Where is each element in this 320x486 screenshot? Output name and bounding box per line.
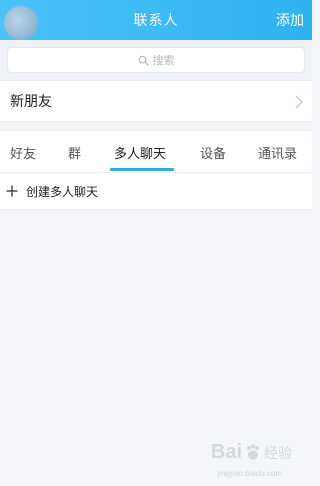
paw-icon [247, 444, 259, 459]
watermark: Bai 经验 [211, 441, 292, 464]
search-input[interactable]: 搜索 [7, 47, 305, 73]
create-group-chat-row[interactable]: 创建多人聊天 [0, 172, 312, 210]
plus-icon [6, 185, 18, 197]
contact-tabs: 好友 群 多人聊天 设备 通讯录 [0, 130, 312, 172]
create-group-chat-label: 创建多人聊天 [26, 184, 99, 199]
tab-groups[interactable]: 群 [68, 131, 81, 173]
search-area: 搜索 [0, 40, 312, 80]
add-contact-button[interactable]: 添加 [276, 0, 304, 40]
search-placeholder: 搜索 [152, 54, 175, 67]
chevron-right-icon [295, 95, 303, 109]
page-title: 联系人 [133, 13, 179, 29]
watermark-suffix: 经验 [264, 445, 292, 462]
search-icon [138, 55, 148, 65]
new-friends-label: 新朋友 [10, 94, 52, 110]
new-friends-row[interactable]: 新朋友 [0, 80, 312, 122]
avatar[interactable] [4, 6, 38, 40]
active-tab-indicator [110, 168, 174, 171]
tab-address-book[interactable]: 通讯录 [258, 131, 297, 173]
tab-devices[interactable]: 设备 [200, 131, 226, 173]
tab-friends[interactable]: 好友 [10, 131, 36, 173]
tab-multi-chat[interactable]: 多人聊天 [114, 131, 166, 173]
top-bar: 联系人 添加 [0, 0, 312, 40]
watermark-brand: Bai [210, 441, 242, 463]
watermark-domain: jingyan.baidu.com [217, 469, 282, 478]
